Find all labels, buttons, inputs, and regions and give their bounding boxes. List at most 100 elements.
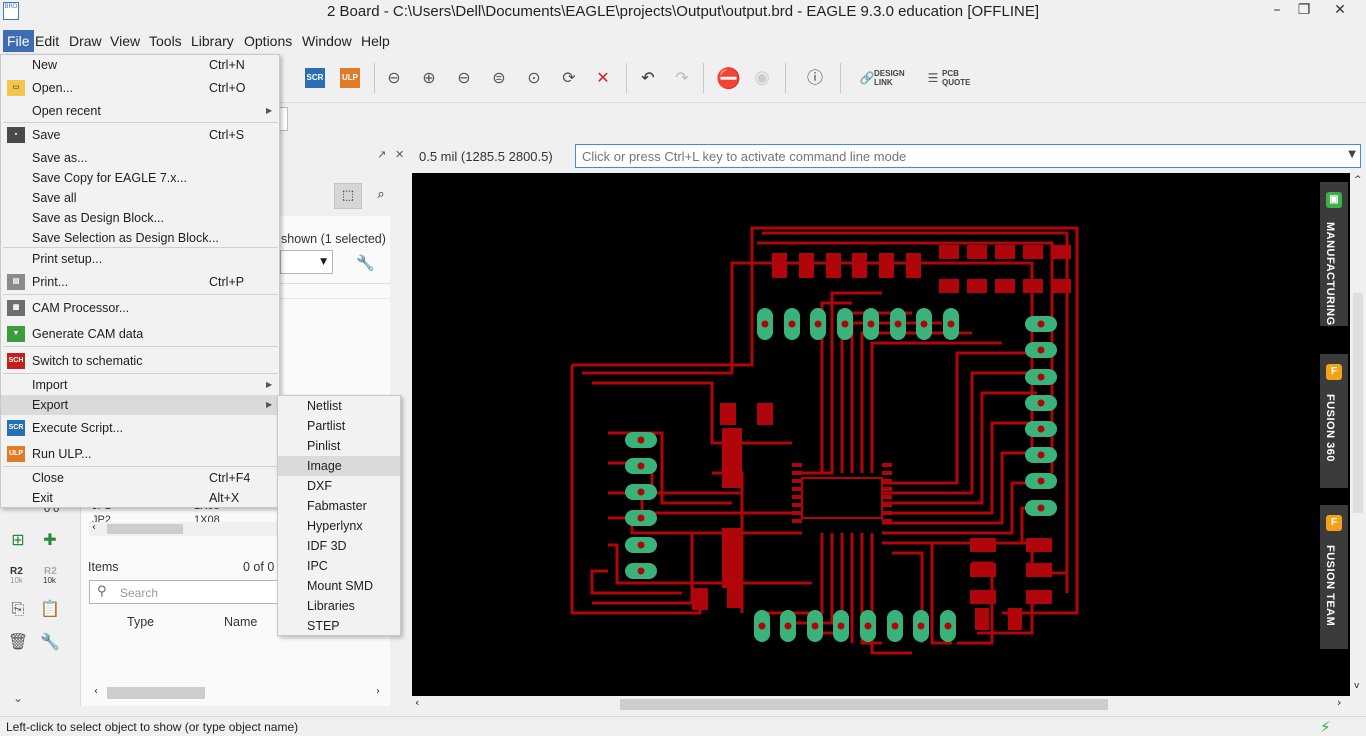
redraw-icon[interactable]: ⟳ bbox=[558, 67, 580, 89]
undo-icon[interactable]: ↶ bbox=[637, 67, 659, 89]
paste-icon[interactable]: 📋 bbox=[38, 597, 62, 621]
menu-help[interactable]: Help bbox=[357, 30, 394, 52]
ulp-button[interactable]: ULP bbox=[340, 68, 360, 88]
zoom-in-icon[interactable]: ⊕ bbox=[418, 67, 440, 89]
ratsnest-icon[interactable]: ✕ bbox=[592, 67, 614, 89]
scroll-left-icon[interactable]: ‹ bbox=[92, 522, 96, 533]
design-link-button[interactable]: DESIGN LINK bbox=[874, 69, 905, 87]
redo-icon[interactable]: ↷ bbox=[671, 67, 693, 89]
add-part-icon[interactable]: ⊞ bbox=[6, 528, 30, 552]
menu-item-open-recent[interactable]: Open recent ▶ bbox=[1, 101, 279, 121]
zoom-out-icon[interactable]: ⊖ bbox=[453, 67, 475, 89]
list-icon[interactable]: ☰ bbox=[922, 67, 944, 89]
menu-item-print[interactable]: ▤ Print... Ctrl+P bbox=[1, 272, 279, 292]
close-button[interactable]: ✕ bbox=[1322, 0, 1358, 22]
export-item-partlist[interactable]: Partlist bbox=[278, 416, 400, 436]
scrollbar-thumb[interactable] bbox=[107, 524, 183, 534]
menu-item-generate-cam[interactable]: ▼ Generate CAM data bbox=[1, 324, 279, 344]
menu-window[interactable]: Window bbox=[298, 30, 356, 52]
pcb-quote-button[interactable]: PCB QUOTE bbox=[942, 69, 970, 87]
filter-dropdown[interactable]: ▼ bbox=[280, 250, 333, 274]
column-header-type[interactable]: Type bbox=[127, 615, 154, 629]
panel-close-icon[interactable]: ✕ bbox=[395, 148, 404, 161]
menu-item-print-setup[interactable]: Print setup... bbox=[1, 249, 279, 269]
chevron-down-icon[interactable]: ▼ bbox=[1348, 149, 1356, 160]
scrollbar-thumb[interactable] bbox=[620, 699, 1108, 710]
wrench-icon[interactable]: 🔧 bbox=[38, 630, 62, 654]
scroll-right-icon[interactable]: › bbox=[1337, 696, 1341, 709]
scroll-up-icon[interactable]: ^ bbox=[1354, 175, 1362, 185]
menu-item-export[interactable]: Export ▶ bbox=[1, 395, 279, 415]
stop-icon[interactable]: ⛔ bbox=[716, 67, 741, 89]
manufacturing-tab[interactable]: ▣ MANUFACTURING bbox=[1320, 182, 1348, 326]
menu-item-cam-processor[interactable]: ▦ CAM Processor... bbox=[1, 298, 279, 318]
scrollbar-thumb[interactable] bbox=[1353, 293, 1363, 513]
command-input[interactable] bbox=[576, 145, 1336, 167]
vertical-scrollbar[interactable]: ^ v bbox=[1350, 173, 1366, 696]
menu-view[interactable]: View bbox=[106, 30, 144, 52]
help-icon[interactable]: ⓘ bbox=[804, 67, 826, 89]
zoom-previous-icon[interactable]: ⊜ bbox=[488, 67, 510, 89]
menu-item-save-selection-design-block[interactable]: Save Selection as Design Block... bbox=[1, 228, 279, 248]
menu-item-save-as[interactable]: Save as... bbox=[1, 148, 279, 168]
pcb-layout[interactable] bbox=[412, 173, 1350, 696]
fusion-team-tab[interactable]: F FUSION TEAM bbox=[1320, 505, 1348, 649]
scrollbar-thumb[interactable] bbox=[107, 687, 205, 699]
command-line[interactable]: ▼ bbox=[575, 144, 1361, 168]
restore-button[interactable]: ❐ bbox=[1286, 0, 1322, 22]
zoom-fit-icon[interactable]: ⊖ bbox=[383, 67, 405, 89]
export-item-mount-smd[interactable]: Mount SMD bbox=[278, 576, 400, 596]
menu-item-save[interactable]: ▪ Save Ctrl+S bbox=[1, 125, 279, 145]
horizontal-scrollbar[interactable]: ‹ › bbox=[412, 696, 1350, 712]
export-item-image[interactable]: Image bbox=[278, 456, 400, 476]
menu-edit[interactable]: Edit bbox=[31, 30, 63, 52]
menu-item-exit[interactable]: Exit Alt+X bbox=[1, 488, 279, 508]
menu-item-open[interactable]: ▭ Open... Ctrl+O bbox=[1, 78, 279, 98]
export-item-idf-3d[interactable]: IDF 3D bbox=[278, 536, 400, 556]
column-header-name[interactable]: Name bbox=[224, 615, 257, 629]
menu-file[interactable]: File bbox=[3, 30, 34, 52]
fusion-360-tab[interactable]: F FUSION 360 bbox=[1320, 354, 1348, 488]
export-item-ipc[interactable]: IPC bbox=[278, 556, 400, 576]
zoom-select-icon[interactable]: ⌕ bbox=[368, 183, 394, 209]
search-field[interactable]: ⚲ Search bbox=[89, 580, 289, 604]
menu-item-save-design-block[interactable]: Save as Design Block... bbox=[1, 208, 279, 228]
menu-item-import[interactable]: Import ▶ bbox=[1, 375, 279, 395]
expand-tools-icon[interactable]: ⌄ bbox=[6, 686, 30, 710]
export-item-dxf[interactable]: DXF bbox=[278, 476, 400, 496]
menu-library[interactable]: Library bbox=[187, 30, 238, 52]
delete-icon[interactable]: 🗑 bbox=[6, 630, 30, 654]
add-icon[interactable]: ✚ bbox=[38, 528, 62, 552]
export-item-step[interactable]: STEP bbox=[278, 616, 400, 636]
select-mode-icon[interactable]: ⬚ bbox=[334, 183, 362, 209]
export-item-fabmaster[interactable]: Fabmaster bbox=[278, 496, 400, 516]
scroll-left-icon[interactable]: ‹ bbox=[415, 696, 419, 709]
scroll-down-icon[interactable]: v bbox=[1354, 681, 1359, 691]
go-icon[interactable]: ◉ bbox=[751, 67, 773, 89]
menu-item-execute-script[interactable]: SCR Execute Script... bbox=[1, 418, 279, 438]
menu-item-save-copy[interactable]: Save Copy for EAGLE 7.x... bbox=[1, 168, 279, 188]
menu-draw[interactable]: Draw bbox=[65, 30, 106, 52]
export-item-pinlist[interactable]: Pinlist bbox=[278, 436, 400, 456]
script-button[interactable]: SCR bbox=[305, 68, 325, 88]
zoom-select-icon[interactable]: ⊙ bbox=[523, 67, 545, 89]
menu-item-switch-schematic[interactable]: SCH Switch to schematic bbox=[1, 351, 279, 371]
menu-item-save-all[interactable]: Save all bbox=[1, 188, 279, 208]
drc-status-icon[interactable]: ⚡ bbox=[1320, 718, 1331, 736]
board-canvas[interactable] bbox=[412, 173, 1350, 696]
menu-item-run-ulp[interactable]: ULP Run ULP... bbox=[1, 444, 279, 464]
export-item-netlist[interactable]: Netlist bbox=[278, 396, 400, 416]
horizontal-scrollbar[interactable]: ‹ bbox=[89, 522, 279, 536]
menu-tools[interactable]: Tools bbox=[145, 30, 186, 52]
menu-options[interactable]: Options bbox=[240, 30, 296, 52]
items-horizontal-scrollbar[interactable]: ‹ › bbox=[89, 686, 389, 700]
menu-item-close[interactable]: Close Ctrl+F4 bbox=[1, 468, 279, 488]
export-item-hyperlynx[interactable]: Hyperlynx bbox=[278, 516, 400, 536]
undock-icon[interactable]: ↗ bbox=[377, 148, 386, 161]
menu-item-new[interactable]: New Ctrl+N bbox=[1, 55, 279, 75]
scroll-right-icon[interactable]: › bbox=[376, 686, 380, 697]
export-item-libraries[interactable]: Libraries bbox=[278, 596, 400, 616]
copy-icon[interactable]: ⎘ bbox=[6, 597, 30, 621]
scroll-left-icon[interactable]: ‹ bbox=[94, 686, 98, 697]
wrench-icon[interactable]: 🔧 bbox=[356, 254, 375, 272]
